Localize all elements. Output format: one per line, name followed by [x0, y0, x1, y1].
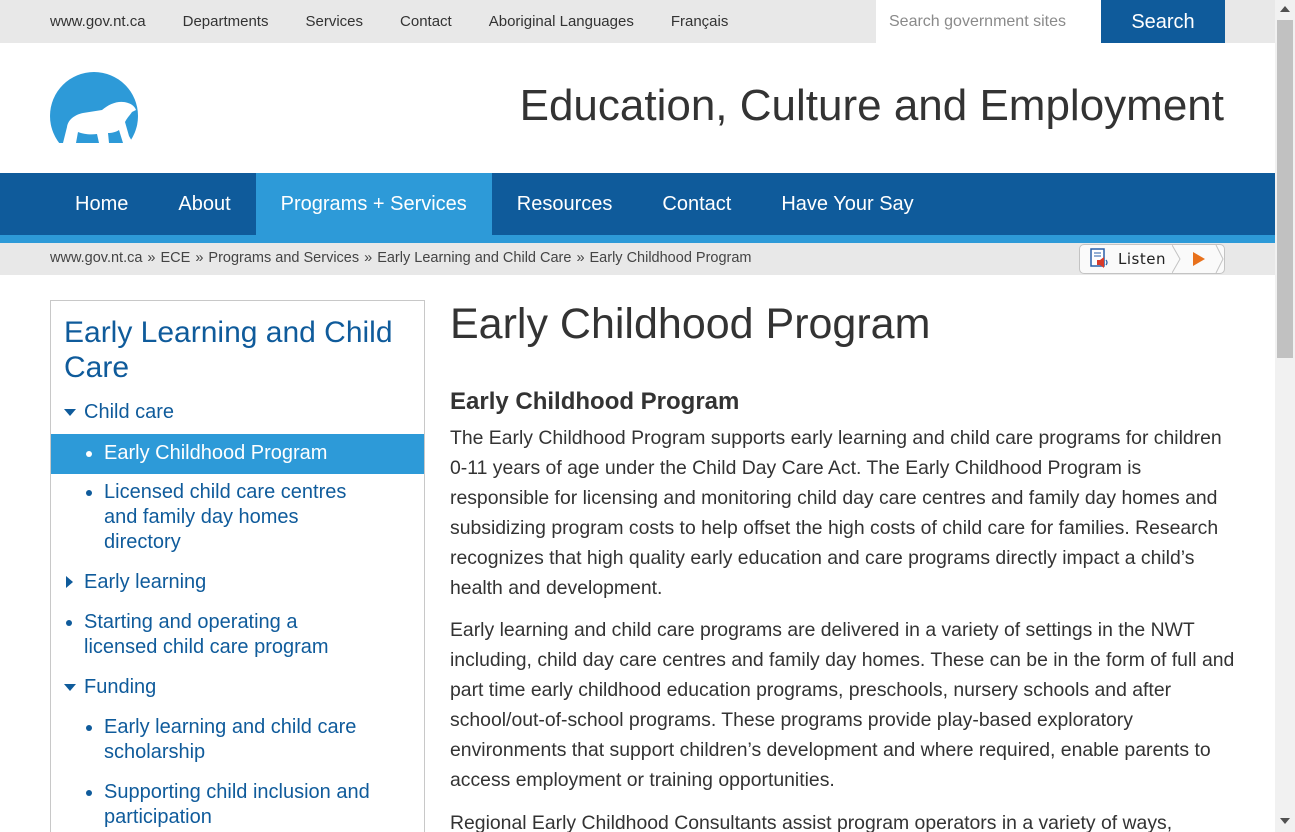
scrollbar-thumb[interactable]	[1277, 20, 1293, 358]
paragraph-consultants: Regional Early Childhood Consultants ass…	[450, 812, 1173, 832]
sidebar-item-licensed-directory[interactable]: Licensed child care centres and family d…	[51, 480, 424, 555]
sidebar-item-starting-operating[interactable]: Starting and operating a licensed child …	[51, 610, 424, 660]
bullet-icon	[86, 790, 92, 796]
utility-bar: www.gov.nt.ca Departments Services Conta…	[0, 0, 1275, 43]
site-title[interactable]: Education, Culture and Employment	[520, 81, 1224, 131]
search-input[interactable]	[876, 0, 1101, 43]
paragraph-settings: Early learning and child care programs a…	[450, 619, 1235, 791]
utility-link-contact[interactable]: Contact	[400, 13, 452, 30]
sidebar-item-early-learning[interactable]: Early learning	[51, 570, 424, 595]
nav-accent-stripe	[0, 235, 1275, 243]
main-nav: Home About Programs + Services Resources…	[0, 173, 1275, 235]
nav-programs-services[interactable]: Programs + Services	[255, 173, 492, 235]
breadcrumb-separator: »	[576, 250, 585, 266]
bullet-icon	[66, 620, 72, 626]
play-icon[interactable]	[1171, 244, 1224, 274]
nav-have-your-say[interactable]: Have Your Say	[756, 173, 938, 235]
bullet-icon	[86, 490, 92, 496]
utility-links: www.gov.nt.ca Departments Services Conta…	[50, 0, 765, 43]
nav-resources[interactable]: Resources	[492, 173, 638, 235]
utility-link-services[interactable]: Services	[305, 13, 363, 30]
section-sidebar: Early Learning and Child Care Child care…	[50, 300, 425, 832]
breadcrumb-link-elcc[interactable]: Early Learning and Child Care	[377, 250, 571, 266]
breadcrumb: www.gov.nt.ca » ECE » Programs and Servi…	[50, 243, 752, 273]
listen-button[interactable]: Listen	[1079, 244, 1225, 274]
breadcrumb-separator: »	[195, 250, 204, 266]
sidebar-item-child-care[interactable]: Child care	[51, 400, 424, 425]
utility-link-departments[interactable]: Departments	[183, 13, 269, 30]
paragraph-intro: The Early Childhood Program supports ear…	[450, 427, 1222, 599]
nav-about[interactable]: About	[153, 173, 255, 235]
breadcrumb-current: Early Childhood Program	[589, 250, 752, 266]
chevron-right-icon	[66, 576, 73, 588]
search-button[interactable]: Search	[1101, 0, 1225, 43]
nav-home[interactable]: Home	[50, 173, 153, 235]
breadcrumb-link-gov[interactable]: www.gov.nt.ca	[50, 250, 142, 266]
breadcrumb-separator: »	[147, 250, 156, 266]
utility-link-gov[interactable]: www.gov.nt.ca	[50, 13, 146, 30]
section-heading: Early Childhood Program	[450, 388, 740, 415]
utility-link-aboriginal-languages[interactable]: Aboriginal Languages	[489, 13, 634, 30]
bullet-icon	[86, 451, 92, 457]
breadcrumb-link-ece[interactable]: ECE	[161, 250, 191, 266]
bullet-icon	[86, 725, 92, 731]
chevron-down-icon	[64, 684, 76, 691]
listen-label: Listen	[1118, 250, 1166, 268]
sidebar-item-child-inclusion[interactable]: Supporting child inclusion and participa…	[51, 780, 424, 830]
page-title: Early Childhood Program	[450, 300, 931, 348]
page-scrollbar[interactable]	[1275, 0, 1295, 832]
polar-bear-logo-icon[interactable]	[50, 72, 138, 144]
sidebar-title[interactable]: Early Learning and Child Care	[64, 315, 414, 385]
scroll-up-icon[interactable]	[1280, 6, 1290, 12]
speaker-doc-icon	[1090, 248, 1110, 270]
breadcrumb-link-programs[interactable]: Programs and Services	[208, 250, 359, 266]
sidebar-item-early-childhood-program[interactable]: Early Childhood Program	[51, 434, 424, 474]
breadcrumb-separator: »	[364, 250, 373, 266]
utility-link-francais[interactable]: Français	[671, 13, 729, 30]
scroll-down-icon[interactable]	[1280, 818, 1290, 824]
sidebar-item-scholarship[interactable]: Early learning and child care scholarshi…	[51, 715, 424, 765]
chevron-down-icon	[64, 409, 76, 416]
nav-contact[interactable]: Contact	[637, 173, 756, 235]
sidebar-item-funding[interactable]: Funding	[51, 675, 424, 700]
